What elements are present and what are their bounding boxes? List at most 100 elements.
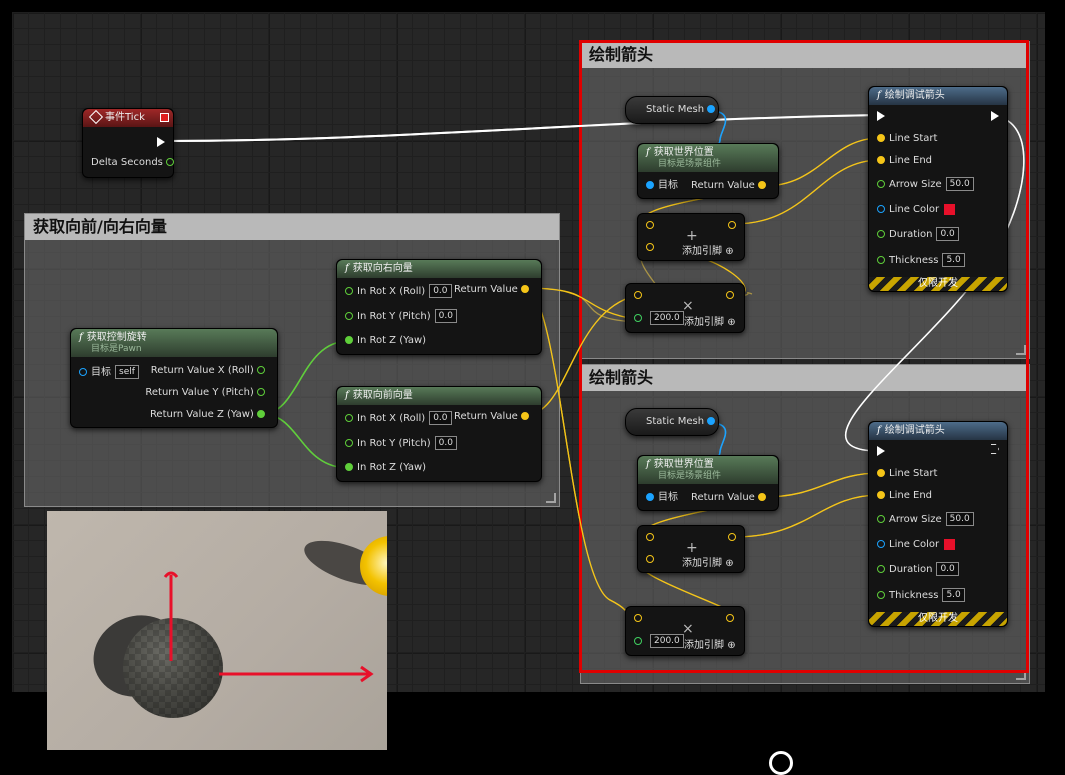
- event-tick-node[interactable]: 事件Tick Delta Seconds: [82, 108, 175, 178]
- input-b-pin[interactable]: [646, 552, 658, 568]
- in-rot-y-pin[interactable]: In Rot Y (Pitch) 0.0: [345, 436, 457, 452]
- target-pin[interactable]: 目标: [646, 490, 678, 506]
- arrow-size-pin[interactable]: Arrow Size 50.0: [877, 177, 974, 193]
- exec-in-pin[interactable]: [877, 444, 885, 460]
- output-pin[interactable]: [728, 530, 740, 546]
- add-node[interactable]: + 添加引脚 ⊕: [637, 525, 745, 573]
- exec-out-pin[interactable]: [991, 109, 999, 125]
- multiply-node[interactable]: 200.0 × 添加引脚 ⊕: [625, 283, 745, 333]
- duration-value[interactable]: 0.0: [936, 562, 959, 576]
- in-rot-x-value[interactable]: 0.0: [429, 284, 452, 298]
- get-world-location-node[interactable]: f 获取世界位置 目标是场景组件 目标 Return Value: [637, 455, 779, 511]
- arrow-size-value[interactable]: 50.0: [945, 512, 974, 526]
- exec-pin-icon: [157, 137, 165, 147]
- target-pin[interactable]: 目标: [646, 178, 678, 194]
- line-end-pin[interactable]: Line End: [877, 153, 932, 169]
- arrow-size-value[interactable]: 50.0: [945, 177, 974, 191]
- return-value-pin[interactable]: Return Value: [691, 178, 770, 194]
- input-b-pin[interactable]: 200.0: [634, 311, 684, 327]
- return-value-pin[interactable]: Return Value: [454, 282, 533, 298]
- node-title: 获取世界位置: [653, 147, 714, 158]
- input-a-pin[interactable]: [634, 611, 646, 627]
- comment-title[interactable]: 获取向前/向右向量: [25, 214, 559, 240]
- in-rot-z-label: In Rot Z (Yaw): [357, 335, 427, 346]
- in-rot-y-value[interactable]: 0.0: [434, 436, 457, 450]
- in-rot-x-value[interactable]: 0.0: [429, 411, 452, 425]
- arrow-size-label: Arrow Size: [889, 179, 942, 190]
- get-right-vector-node[interactable]: f 获取向右向量 In Rot X (Roll) 0.0 In Rot Y (Pit…: [336, 259, 542, 355]
- line-color-swatch[interactable]: [944, 203, 956, 215]
- output-pin[interactable]: [726, 611, 738, 627]
- color-pin-icon: [877, 205, 885, 213]
- output-pin[interactable]: [726, 288, 738, 304]
- static-mesh-variable-node[interactable]: Static Mesh: [625, 96, 719, 124]
- duration-value[interactable]: 0.0: [936, 227, 959, 241]
- return-x-pin[interactable]: Return Value X (Roll): [151, 363, 269, 379]
- get-world-location-node[interactable]: f 获取世界位置 目标是场景组件 目标 Return Value: [637, 143, 779, 199]
- add-pin-button[interactable]: 添加引脚 ⊕: [684, 315, 736, 331]
- target-pin[interactable]: 目标 self: [79, 365, 139, 381]
- static-mesh-pin[interactable]: Static Mesh: [646, 414, 719, 430]
- function-icon: f: [345, 390, 349, 401]
- in-rot-y-value[interactable]: 0.0: [434, 309, 457, 323]
- line-start-pin[interactable]: Line Start: [877, 466, 937, 482]
- static-mesh-pin[interactable]: Static Mesh: [646, 102, 719, 118]
- vector-pin-icon: [877, 469, 885, 477]
- delta-seconds-pin[interactable]: Delta Seconds: [91, 155, 178, 171]
- line-start-pin[interactable]: Line Start: [877, 131, 937, 147]
- get-forward-vector-node[interactable]: f 获取向前向量 In Rot X (Roll) 0.0 In Rot Y (Pit…: [336, 386, 542, 482]
- exec-out-pin[interactable]: [157, 135, 165, 151]
- add-pin-button[interactable]: 添加引脚 ⊕: [682, 556, 734, 572]
- thickness-pin[interactable]: Thickness 5.0: [877, 253, 965, 269]
- duration-pin[interactable]: Duration 0.0: [877, 227, 959, 243]
- input-b-pin[interactable]: 200.0: [634, 634, 684, 650]
- vector-pin-icon: [726, 614, 734, 622]
- in-rot-x-pin[interactable]: In Rot X (Roll) 0.0: [345, 411, 452, 427]
- exec-in-pin[interactable]: [877, 109, 885, 125]
- in-rot-z-pin[interactable]: In Rot Z (Yaw): [345, 460, 426, 476]
- return-y-pin[interactable]: Return Value Y (Pitch): [145, 385, 269, 401]
- thickness-value[interactable]: 5.0: [942, 253, 965, 267]
- input-b-pin[interactable]: [646, 240, 658, 256]
- add-pin-button[interactable]: 添加引脚 ⊕: [684, 638, 736, 654]
- multiplier-value[interactable]: 200.0: [650, 634, 684, 648]
- vector-pin-icon: [634, 291, 642, 299]
- static-mesh-variable-node[interactable]: Static Mesh: [625, 408, 719, 436]
- thickness-pin[interactable]: Thickness 5.0: [877, 588, 965, 604]
- line-color-pin[interactable]: Line Color: [877, 537, 956, 553]
- in-rot-y-pin[interactable]: In Rot Y (Pitch) 0.0: [345, 309, 457, 325]
- input-a-pin[interactable]: [646, 218, 658, 234]
- draw-debug-arrow-node-top[interactable]: f 绘制调试箭头 Line Start Line End Arrow Size 50…: [868, 86, 1008, 292]
- return-value-pin[interactable]: Return Value: [454, 409, 533, 425]
- multiplier-value[interactable]: 200.0: [650, 311, 684, 325]
- thickness-value[interactable]: 5.0: [942, 588, 965, 602]
- exec-out-pin[interactable]: [991, 444, 999, 460]
- duration-pin[interactable]: Duration 0.0: [877, 562, 959, 578]
- in-rot-z-pin[interactable]: In Rot Z (Yaw): [345, 333, 426, 349]
- resize-handle[interactable]: [546, 493, 556, 503]
- multiply-node[interactable]: 200.0 × 添加引脚 ⊕: [625, 606, 745, 656]
- add-node[interactable]: + 添加引脚 ⊕: [637, 213, 745, 261]
- target-value[interactable]: self: [115, 365, 139, 379]
- draw-debug-arrow-node-bottom[interactable]: f 绘制调试箭头 Line Start Line End Arrow Size 50…: [868, 421, 1008, 627]
- return-z-pin[interactable]: Return Value Z (Yaw): [150, 407, 269, 423]
- node-title: 获取控制旋转: [86, 332, 147, 343]
- arrow-size-pin[interactable]: Arrow Size 50.0: [877, 512, 974, 528]
- get-control-rotation-node[interactable]: f 获取控制旋转 目标是Pawn 目标 self Return Value X (Ro…: [70, 328, 278, 428]
- output-pin[interactable]: [728, 218, 740, 234]
- return-value-pin[interactable]: Return Value: [691, 490, 770, 506]
- line-color-pin[interactable]: Line Color: [877, 202, 956, 218]
- float-pin-icon: [257, 366, 265, 374]
- float-pin-icon: [257, 410, 265, 418]
- exec-pin-hollow-icon: [991, 444, 999, 454]
- node-header: f 绘制调试箭头: [869, 87, 1007, 105]
- input-a-pin[interactable]: [634, 288, 646, 304]
- vector-pin-icon: [646, 555, 654, 563]
- line-end-pin[interactable]: Line End: [877, 488, 932, 504]
- in-rot-x-pin[interactable]: In Rot X (Roll) 0.0: [345, 284, 452, 300]
- float-pin-icon: [634, 637, 642, 645]
- add-pin-button[interactable]: 添加引脚 ⊕: [682, 244, 734, 260]
- line-color-swatch[interactable]: [944, 538, 956, 550]
- float-pin-icon: [345, 312, 353, 320]
- input-a-pin[interactable]: [646, 530, 658, 546]
